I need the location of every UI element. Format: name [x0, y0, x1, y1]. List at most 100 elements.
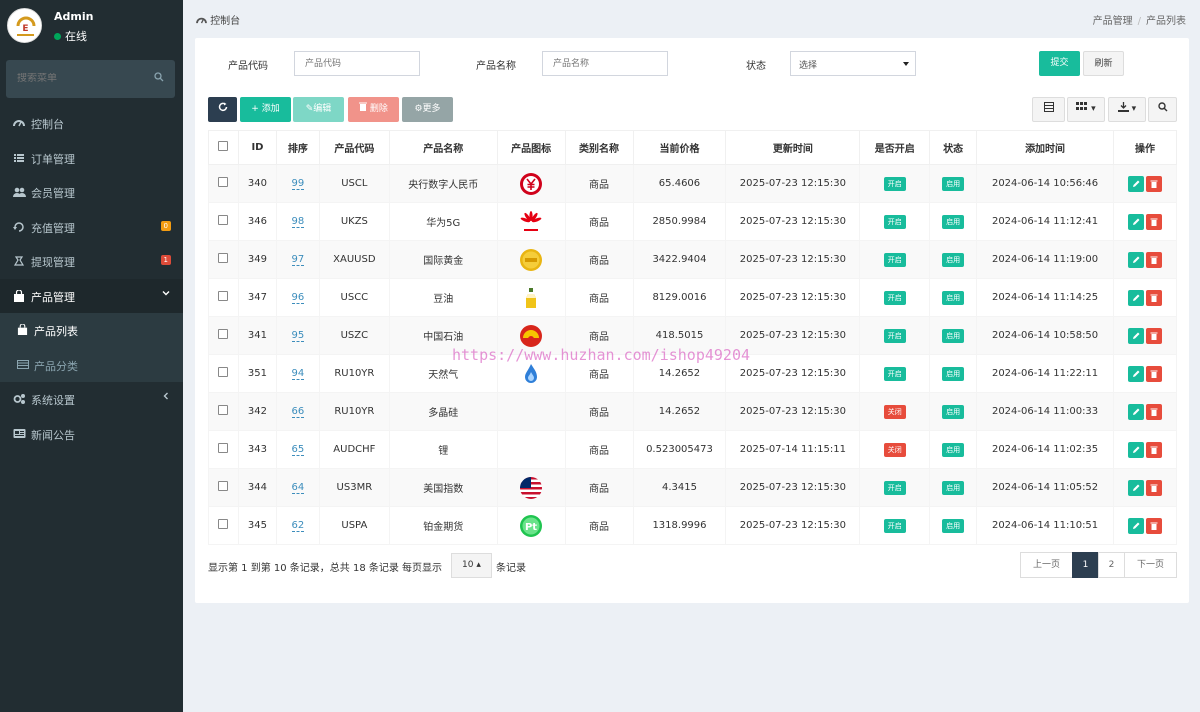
column-header[interactable]: 当前价格: [632, 130, 727, 165]
name-filter-input[interactable]: [542, 51, 668, 76]
table-row[interactable]: 343 65 AUDCHF 锂 商品 0.523005473 2025-07-14 11:1…: [208, 430, 1178, 469]
row-edit-button[interactable]: [1127, 517, 1144, 534]
sidebar-item-settings[interactable]: 系统设置: [0, 382, 183, 417]
table-row[interactable]: 340 99 USCL 央行数字人民币 商品 65.4606 2025-07-23 12:1…: [208, 164, 1178, 203]
next-page-button[interactable]: 下一页: [1124, 552, 1177, 578]
open-status-badge[interactable]: 开启: [883, 290, 906, 305]
row-checkbox[interactable]: [218, 367, 229, 377]
table-row[interactable]: 349 97 XAUUSD 国际黄金 商品 3422.9404 2025-07-23 12:…: [208, 240, 1178, 279]
refresh-button[interactable]: [208, 97, 237, 122]
sort-edit-link[interactable]: 95: [291, 330, 305, 342]
sort-edit-link[interactable]: 97: [291, 254, 305, 266]
sort-edit-link[interactable]: 96: [291, 292, 305, 304]
sort-edit-link[interactable]: 62: [291, 520, 305, 532]
sidebar-item-recharge[interactable]: 充值管理 0: [0, 210, 183, 245]
column-header[interactable]: 添加时间: [976, 130, 1114, 165]
row-delete-button[interactable]: [1145, 441, 1162, 458]
table-row[interactable]: 344 64 US3MR 美国指数 商品 4.3415 2025-07-23 12:15:3…: [208, 468, 1178, 507]
row-delete-button[interactable]: [1145, 251, 1162, 268]
row-checkbox[interactable]: [218, 481, 229, 491]
page-size-select[interactable]: 10 ▴: [451, 553, 492, 578]
open-status-badge[interactable]: 开启: [883, 214, 906, 229]
status-badge[interactable]: 启用: [942, 404, 965, 419]
row-delete-button[interactable]: [1145, 403, 1162, 420]
status-badge[interactable]: 启用: [942, 442, 965, 457]
column-header[interactable]: ID: [237, 130, 277, 165]
open-status-badge[interactable]: 开启: [883, 252, 906, 267]
sidebar-item-dashboard[interactable]: 控制台: [0, 106, 183, 141]
row-edit-button[interactable]: [1127, 479, 1144, 496]
status-badge[interactable]: 启用: [942, 328, 965, 343]
row-delete-button[interactable]: [1145, 479, 1162, 496]
sidebar-item-members[interactable]: 会员管理: [0, 175, 183, 210]
row-edit-button[interactable]: [1127, 251, 1144, 268]
column-header[interactable]: 产品名称: [388, 130, 498, 165]
sort-edit-link[interactable]: 65: [291, 444, 305, 456]
row-delete-button[interactable]: [1145, 289, 1162, 306]
table-row[interactable]: 342 66 RU10YR 多晶硅 商品 14.2652 2025-07-23 12:15:…: [208, 392, 1178, 431]
column-header[interactable]: 产品代码: [318, 130, 390, 165]
table-row[interactable]: 347 96 USCC 豆油 商品 8129.0016 2025-07-23 12:15:3…: [208, 278, 1178, 317]
row-edit-button[interactable]: [1127, 327, 1144, 344]
page-1-button[interactable]: 1: [1072, 552, 1099, 578]
sidebar-item-news[interactable]: 新闻公告: [0, 417, 183, 452]
row-checkbox[interactable]: [218, 443, 229, 453]
open-status-badge[interactable]: 关闭: [883, 404, 906, 419]
row-delete-button[interactable]: [1145, 365, 1162, 382]
table-row[interactable]: 345 62 USPA 铂金期货 Pt 商品 1318.9996 2025-07-23 12:…: [208, 506, 1178, 545]
row-edit-button[interactable]: [1127, 365, 1144, 382]
status-filter-select[interactable]: 选择: [790, 51, 916, 76]
select-all-checkbox[interactable]: [218, 141, 229, 151]
column-header[interactable]: 更新时间: [725, 130, 861, 165]
row-checkbox[interactable]: [218, 329, 229, 339]
export-button[interactable]: ▾: [1108, 97, 1146, 122]
open-status-badge[interactable]: 开启: [883, 518, 906, 533]
breadcrumb-parent[interactable]: 产品管理: [1093, 16, 1133, 27]
toggle-view-button[interactable]: [1032, 97, 1065, 122]
sort-edit-link[interactable]: 66: [291, 406, 305, 418]
row-checkbox[interactable]: [218, 519, 229, 529]
row-delete-button[interactable]: [1145, 213, 1162, 230]
open-status-badge[interactable]: 关闭: [883, 442, 906, 457]
more-button[interactable]: ⚙更多: [402, 97, 453, 122]
status-badge[interactable]: 启用: [942, 176, 965, 191]
menu-search[interactable]: [6, 60, 175, 98]
row-delete-button[interactable]: [1145, 175, 1162, 192]
status-badge[interactable]: 启用: [942, 366, 965, 381]
columns-button[interactable]: ▾: [1067, 97, 1105, 122]
column-header[interactable]: 排序: [275, 130, 320, 165]
sidebar-item-withdraw[interactable]: 提现管理 1: [0, 244, 183, 279]
sort-edit-link[interactable]: 94: [291, 368, 305, 380]
edit-button[interactable]: ✎编辑: [293, 97, 344, 122]
sidebar-item-product-category[interactable]: 产品分类: [0, 348, 183, 383]
row-edit-button[interactable]: [1127, 213, 1144, 230]
row-delete-button[interactable]: [1145, 327, 1162, 344]
status-badge[interactable]: 启用: [942, 290, 965, 305]
sidebar-item-products[interactable]: 产品管理: [0, 278, 183, 313]
column-header[interactable]: 产品图标: [496, 130, 566, 165]
sort-edit-link[interactable]: 98: [291, 216, 305, 228]
sort-edit-link[interactable]: 64: [291, 482, 305, 494]
sort-edit-link[interactable]: 99: [291, 178, 305, 190]
avatar[interactable]: E: [7, 8, 42, 43]
row-checkbox[interactable]: [218, 215, 229, 225]
row-delete-button[interactable]: [1145, 517, 1162, 534]
search-input[interactable]: [17, 73, 147, 84]
delete-button[interactable]: 删除: [348, 97, 399, 122]
add-button[interactable]: + 添加: [240, 97, 291, 122]
open-status-badge[interactable]: 开启: [883, 480, 906, 495]
reset-button[interactable]: 刷新: [1083, 51, 1124, 76]
row-checkbox[interactable]: [218, 405, 229, 415]
open-status-badge[interactable]: 开启: [883, 176, 906, 191]
code-filter-input[interactable]: [294, 51, 420, 76]
status-badge[interactable]: 启用: [942, 480, 965, 495]
search-icon[interactable]: [154, 72, 164, 85]
submit-button[interactable]: 提交: [1039, 51, 1080, 76]
sidebar-item-product-list[interactable]: 产品列表: [0, 313, 183, 348]
row-edit-button[interactable]: [1127, 175, 1144, 192]
page-2-button[interactable]: 2: [1098, 552, 1125, 578]
status-badge[interactable]: 启用: [942, 214, 965, 229]
prev-page-button[interactable]: 上一页: [1020, 552, 1073, 578]
table-row[interactable]: 346 98 UKZS 华为5G 商品 2850.9984 2025-07-23 12:15…: [208, 202, 1178, 241]
open-status-badge[interactable]: 开启: [883, 328, 906, 343]
